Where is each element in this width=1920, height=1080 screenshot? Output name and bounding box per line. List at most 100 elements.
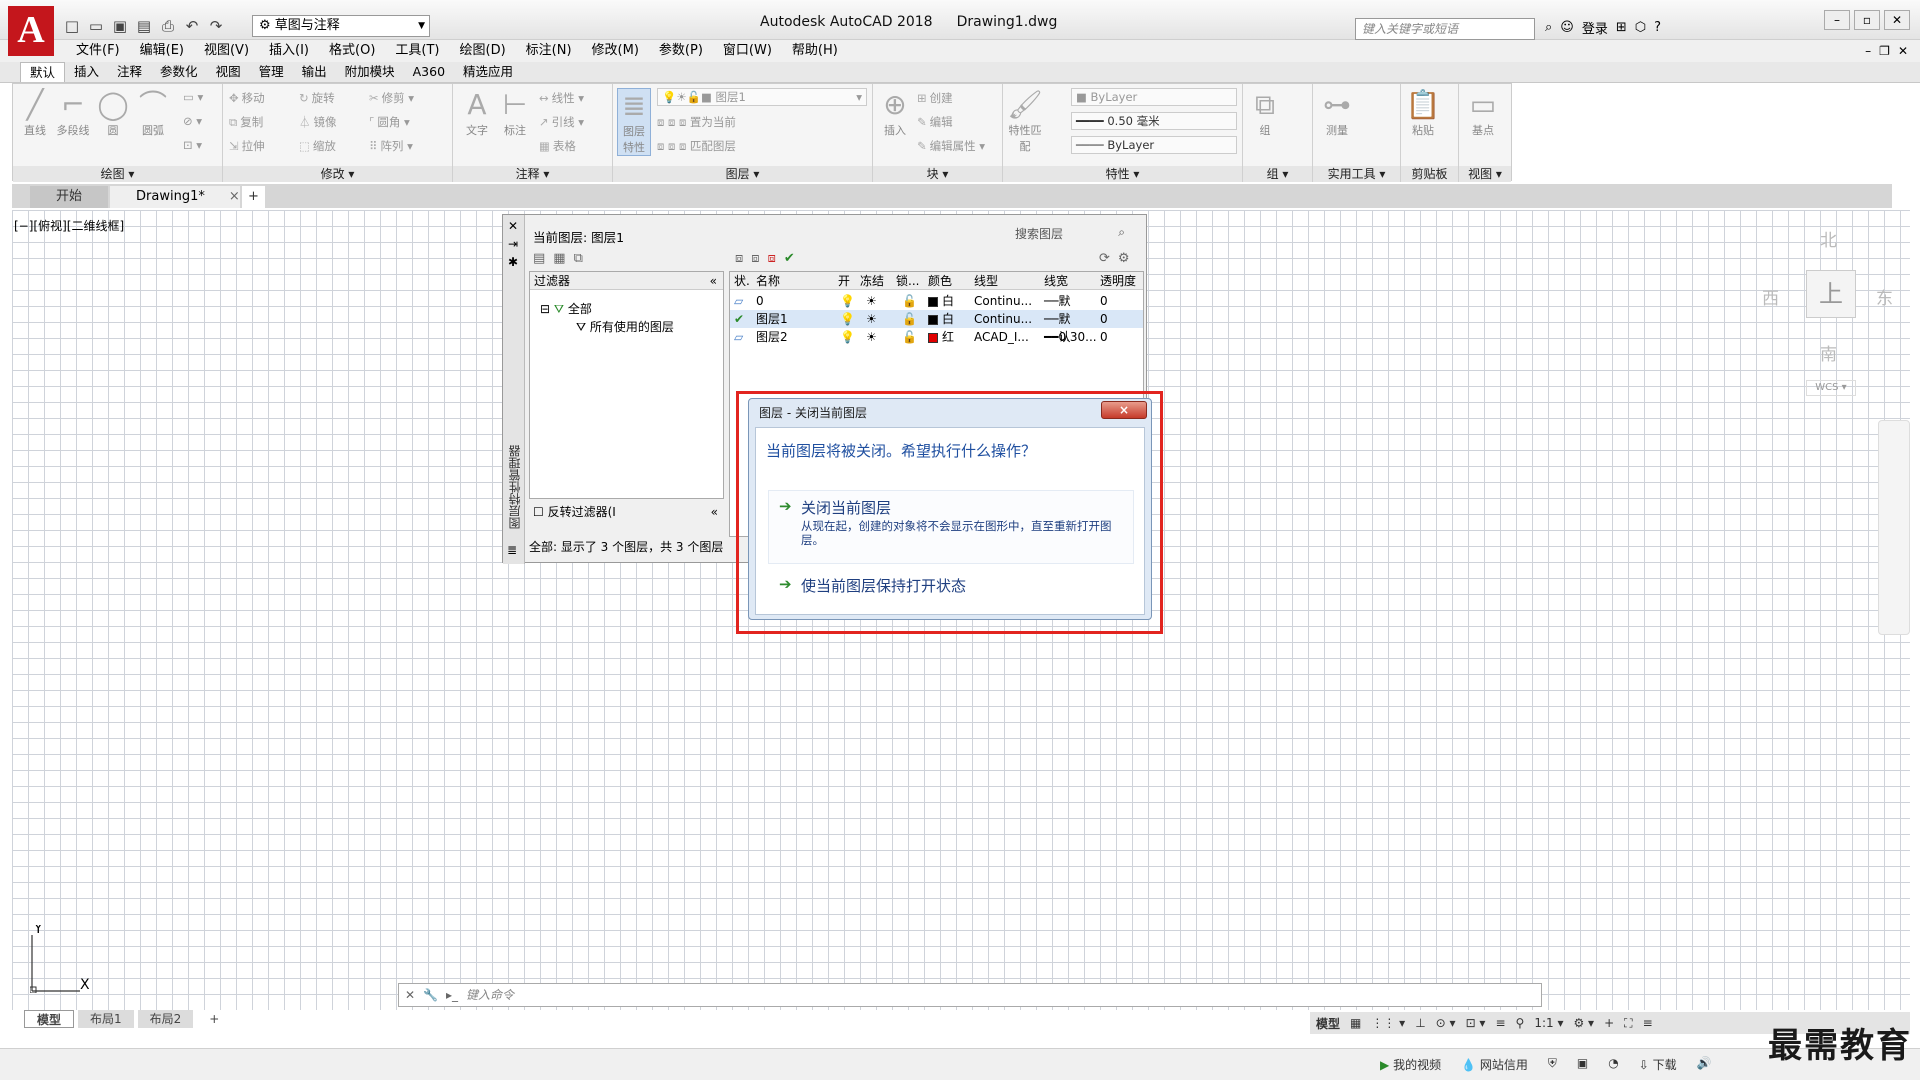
new-vp-frozen-layer-icon[interactable]: ⧈ <box>751 251 759 266</box>
lineweight-dropdown[interactable]: ━━━━ 0.50 毫米 <box>1071 112 1237 130</box>
hatch-icon[interactable]: ⊘ ▾ <box>183 114 202 128</box>
tab-layout1[interactable]: 布局1 <box>78 1010 134 1028</box>
menu-dimension[interactable]: 标注(N) <box>516 40 582 62</box>
paste-button[interactable]: 📋 粘贴 <box>1405 88 1441 138</box>
settings-icon[interactable]: ✱ <box>508 255 518 269</box>
circle-button[interactable]: ◯ 圆 <box>95 88 131 138</box>
new-group-filter-icon[interactable]: ▦ <box>553 251 565 266</box>
close-icon[interactable]: × <box>229 189 240 204</box>
maximize-button[interactable]: ▫ <box>1854 10 1880 30</box>
col-freeze[interactable]: 冻结 <box>860 272 884 290</box>
array-button[interactable]: ⠿ 阵列 ▾ <box>369 138 413 154</box>
bulb-icon[interactable]: 💡 <box>840 328 855 346</box>
base-view-button[interactable]: ▭ 基点 <box>1465 88 1501 138</box>
close-icon[interactable]: ✕ <box>405 984 415 1006</box>
open-icon[interactable]: ▭ <box>86 16 106 36</box>
panel-block-title[interactable]: 块 ▾ <box>873 166 1002 182</box>
navigation-bar[interactable] <box>1878 420 1910 635</box>
tab-start[interactable]: 开始 <box>30 186 109 208</box>
lineweight-icon[interactable]: ≡ <box>1495 1016 1505 1030</box>
linear-button[interactable]: ↔ 线性 ▾ <box>539 90 584 106</box>
tab-output[interactable]: 输出 <box>293 62 336 82</box>
line-button[interactable]: ╱ 直线 <box>17 88 53 138</box>
linetype-dropdown[interactable]: ──── ByLayer <box>1071 136 1237 154</box>
menu-icon[interactable]: ≡ <box>1643 1016 1653 1030</box>
command-input[interactable]: 键入命令 <box>466 984 514 1006</box>
tab-a360[interactable]: A360 <box>404 62 454 82</box>
move-button[interactable]: ✥ 移动 <box>229 90 265 106</box>
gear-icon[interactable]: ⚙ ▾ <box>1573 1016 1594 1030</box>
layer-transparency[interactable]: 0 <box>1100 328 1108 346</box>
menu-insert[interactable]: 插入(I) <box>259 40 319 62</box>
tab-manage[interactable]: 管理 <box>250 62 293 82</box>
mirror-button[interactable]: ⏃ 镜像 <box>299 114 337 130</box>
gear-icon[interactable]: ⚙ <box>1118 251 1130 266</box>
workspace-dropdown[interactable]: ⚙ 草图与注释 ▼ <box>252 15 430 37</box>
menu-parametric[interactable]: 参数(P) <box>649 40 713 62</box>
binoculars-icon[interactable]: ⌕ <box>1545 20 1552 35</box>
menu-tools[interactable]: 工具(T) <box>385 40 449 62</box>
speed-icon[interactable]: ◔ <box>1608 1056 1618 1073</box>
command-line[interactable]: ✕ 🔧 ▸_ 键入命令 <box>398 983 1542 1007</box>
my-video-button[interactable]: ▶ 我的视频 <box>1380 1056 1441 1073</box>
search-input[interactable]: 键入关键字或短语 <box>1355 18 1535 40</box>
new-property-filter-icon[interactable]: ▤ <box>533 251 545 266</box>
viewcube[interactable]: 上 <box>1806 270 1856 318</box>
collapse-icon[interactable]: « <box>710 272 717 290</box>
login-button[interactable]: 登录 <box>1582 18 1608 37</box>
layer-lineweight[interactable]: ── 默认 <box>1044 310 1070 344</box>
minimize-button[interactable]: – <box>1824 10 1850 30</box>
ortho-icon[interactable]: ⊥ <box>1415 1016 1425 1030</box>
annotation-icon[interactable]: ⚲ <box>1516 1016 1525 1030</box>
layer-dropdown[interactable]: 💡☀🔓■ 图层1 ▾ <box>657 88 867 106</box>
col-name[interactable]: 名称 <box>756 272 780 290</box>
site-credit-button[interactable]: 💧 网站信用 <box>1461 1056 1528 1073</box>
rotate-button[interactable]: ↻ 旋转 <box>299 90 335 106</box>
save-icon[interactable]: ▣ <box>110 16 130 36</box>
stretch-button[interactable]: ⇲ 拉伸 <box>229 138 265 154</box>
tab-annotate[interactable]: 注释 <box>108 62 151 82</box>
snap-icon[interactable]: ⋮⋮ ▾ <box>1371 1016 1405 1030</box>
create-block-button[interactable]: ⊞ 创建 <box>917 90 953 106</box>
delete-layer-icon[interactable]: ⧈ <box>768 251 776 266</box>
tab-addins[interactable]: 附加模块 <box>336 62 404 82</box>
layer-transparency[interactable]: 0 <box>1100 292 1108 310</box>
rectangle-icon[interactable]: ▭ ▾ <box>183 90 203 104</box>
panel-modify-title[interactable]: 修改 ▾ <box>223 166 452 182</box>
lock-icon[interactable]: 🔓 <box>902 310 917 328</box>
layer-states-icon[interactable]: ⧉ <box>574 251 583 266</box>
tab-drawing1[interactable]: Drawing1* × <box>110 186 241 208</box>
redo-icon[interactable]: ↷ <box>206 16 226 36</box>
layer-linetype[interactable]: ACAD_I... <box>974 328 1029 346</box>
saveas-icon[interactable]: ▤ <box>134 16 154 36</box>
plus-icon[interactable]: + <box>1604 1016 1614 1030</box>
col-lock[interactable]: 锁... <box>896 272 919 290</box>
layer-linetype[interactable]: Continu... <box>974 292 1032 310</box>
menu-modify[interactable]: 修改(M) <box>582 40 649 62</box>
tab-default[interactable]: 默认 <box>20 62 66 82</box>
table-row[interactable]: ✔ 图层1 💡 ☀ 🔓 白 Continu... ── 默认 0 <box>730 310 1143 344</box>
search-icon[interactable]: ⌕ <box>1118 225 1125 240</box>
col-lineweight[interactable]: 线宽 <box>1044 272 1068 290</box>
text-button[interactable]: A 文字 <box>459 88 495 138</box>
menu-window[interactable]: 窗口(W) <box>713 40 782 62</box>
print-icon[interactable]: ⎙ <box>158 16 178 36</box>
panel-clipboard-title[interactable]: 剪贴板 <box>1401 166 1458 182</box>
layer-lineweight[interactable]: ━━ 0.30... <box>1044 328 1097 346</box>
shield-icon[interactable]: ⛨ <box>1548 1056 1557 1073</box>
layer-transparency[interactable]: 0 <box>1100 310 1108 328</box>
dialog-close-button[interactable]: × <box>1101 401 1147 419</box>
layer-properties-button[interactable]: ≣ 图层特性 <box>617 88 651 156</box>
new-icon[interactable]: □ <box>62 16 82 36</box>
boundary-icon[interactable]: ⊡ ▾ <box>183 138 202 152</box>
edit-attributes-button[interactable]: ✎ 编辑属性 ▾ <box>917 138 985 154</box>
edit-block-button[interactable]: ✎ 编辑 <box>917 114 953 130</box>
grid-icon[interactable]: ▦ <box>1350 1016 1361 1030</box>
col-transparency[interactable]: 透明度 <box>1100 272 1136 290</box>
scale-button[interactable]: ⬚ 缩放 <box>299 138 336 154</box>
panel-annotation-title[interactable]: 注释 ▾ <box>453 166 612 182</box>
layer-color[interactable]: 红 <box>928 328 954 346</box>
sun-icon[interactable]: ☀ <box>866 310 877 328</box>
layer-search-input[interactable]: 搜索图层 ⌕ <box>1015 225 1125 242</box>
checkbox-icon[interactable]: ☐ <box>533 505 544 519</box>
